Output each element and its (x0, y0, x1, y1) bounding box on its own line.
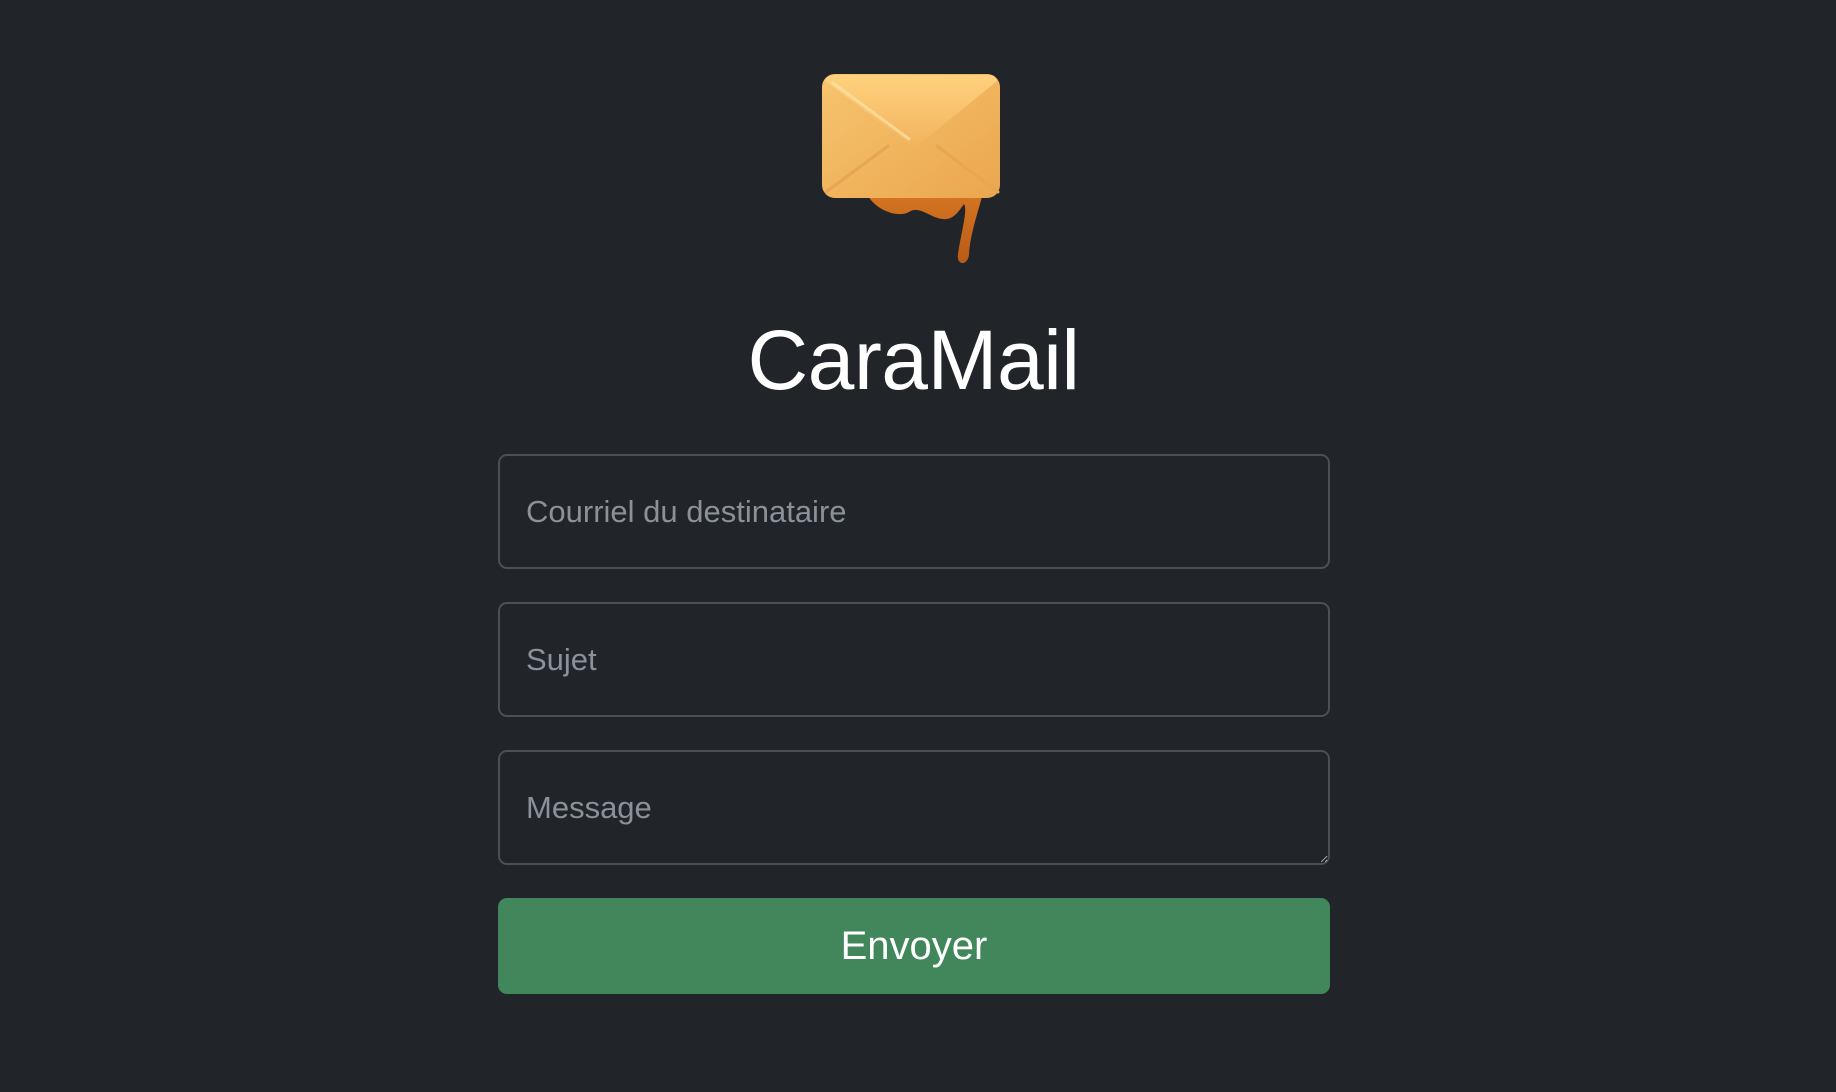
send-button[interactable]: Envoyer (498, 898, 1330, 994)
message-textarea[interactable] (498, 750, 1330, 865)
caramel-envelope-icon (822, 74, 1000, 264)
recipient-email-input[interactable] (498, 454, 1330, 569)
app-title: CaraMail (747, 313, 1080, 407)
compose-page: CaraMail Envoyer (0, 0, 1836, 1092)
subject-input[interactable] (498, 602, 1330, 717)
